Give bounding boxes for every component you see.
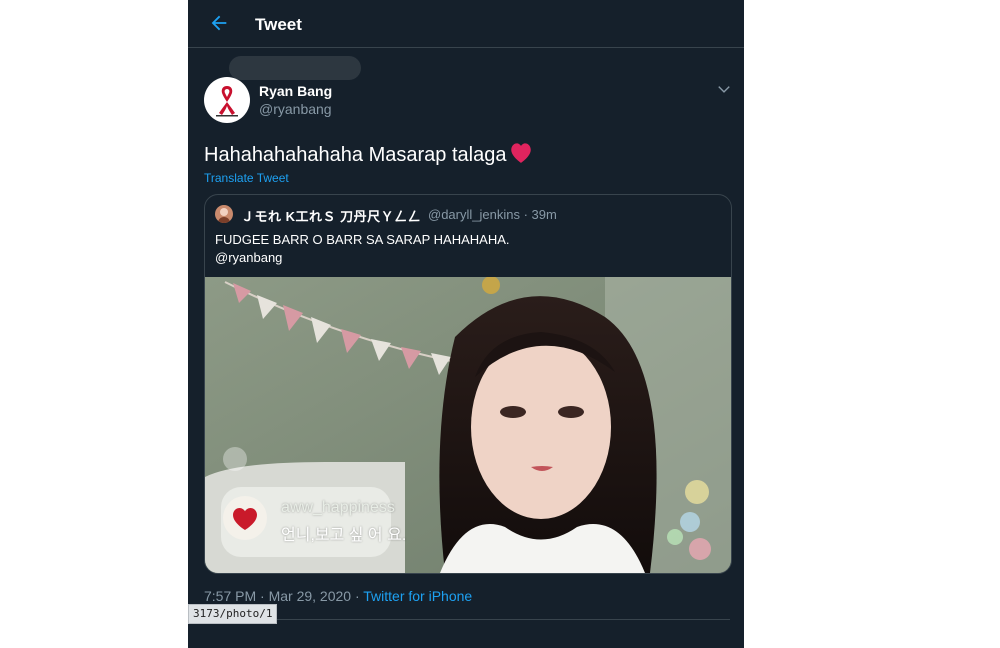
quote-text-line: FUDGEE BARR O BARR SA SARAP HAHAHAHA. — [215, 232, 510, 247]
quote-text: FUDGEE BARR O BARR SA SARAP HAHAHAHA. @r… — [215, 231, 510, 267]
tweet-panel: Tweet Ryan Bang @ryanbang Hahahahahahaha… — [188, 0, 744, 648]
chevron-down-icon[interactable] — [717, 82, 731, 96]
comment-text: 언니,보고 싶 어 요. — [281, 527, 407, 544]
portrait-icon — [218, 208, 230, 223]
avatar[interactable] — [204, 77, 250, 123]
comment-username: aww_happiness — [281, 499, 395, 516]
source-link[interactable]: Twitter for iPhone — [363, 588, 472, 604]
comment-avatar — [223, 496, 267, 540]
quoted-tweet[interactable]: Ｊモれ K工れＳ 刀丹尺Ｙㄥㄥ @daryll_jenkins · 39m FU… — [204, 194, 732, 574]
quote-mention: @ryanbang — [215, 250, 283, 265]
arrow-left-icon[interactable] — [208, 12, 230, 34]
divider — [204, 619, 730, 620]
user-handle[interactable]: @ryanbang — [259, 101, 332, 117]
tweet-text: Hahahahahahaha Masarap talaga — [204, 140, 534, 167]
timestamp[interactable]: 7:57 PM · Mar 29, 2020 · — [204, 588, 363, 604]
quote-handle-time: @daryll_jenkins · 39m — [428, 207, 557, 222]
tweet-meta: 7:57 PM · Mar 29, 2020 · Twitter for iPh… — [204, 588, 472, 604]
translate-tweet-link[interactable]: Translate Tweet — [204, 171, 289, 185]
top-bar: Tweet — [188, 0, 744, 48]
quote-media-image[interactable]: aww_happiness 언니,보고 싶 어 요. — [205, 277, 731, 573]
heart-rose-icon — [233, 508, 257, 530]
ribbon-logo-icon — [216, 86, 238, 117]
quote-display-name: Ｊモれ K工れＳ 刀丹尺Ｙㄥㄥ — [241, 209, 422, 224]
quote-avatar — [215, 205, 233, 223]
status-url-tooltip: 3173/photo/1 — [188, 604, 278, 624]
display-name[interactable]: Ryan Bang — [259, 83, 332, 99]
tweet-text-body: Hahahahahahaha Masarap talaga — [204, 144, 507, 166]
page-title: Tweet — [255, 15, 302, 34]
red-heart-icon — [511, 143, 532, 163]
blurred-context-label — [229, 56, 361, 80]
